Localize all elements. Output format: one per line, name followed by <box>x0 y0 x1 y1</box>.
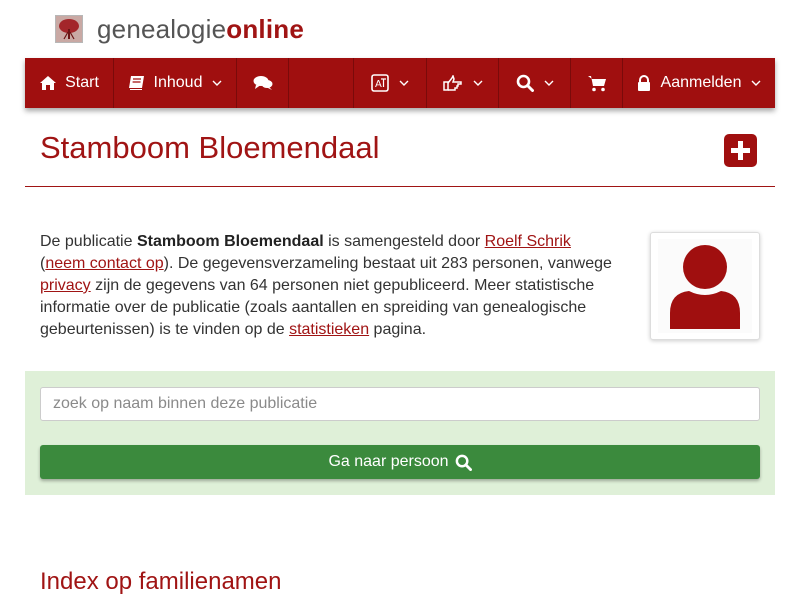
statistics-link[interactable]: statistieken <box>289 321 369 338</box>
contact-link[interactable]: neem contact op <box>45 255 163 272</box>
intro-text: pagina. <box>369 321 427 338</box>
surname-index-heading: Index op familienamen <box>40 568 282 595</box>
search-icon <box>516 74 534 92</box>
nav-aanmelden[interactable]: Aanmelden <box>622 58 775 108</box>
title-divider <box>25 186 775 187</box>
plus-square-icon[interactable] <box>724 134 757 167</box>
nav-start-label: Start <box>65 74 99 91</box>
nav-share[interactable] <box>427 58 499 108</box>
language-icon: A <box>371 74 389 92</box>
site-logo[interactable]: genealogieonline <box>55 14 304 44</box>
page-title: Stamboom Bloemendaal <box>40 130 380 165</box>
nav-aanmelden-label: Aanmelden <box>660 74 742 91</box>
nav-forum[interactable] <box>237 58 289 108</box>
chevron-down-icon <box>751 80 761 86</box>
brand-name: genealogieonline <box>97 14 304 45</box>
chevron-down-icon <box>399 80 409 86</box>
home-icon <box>40 76 57 90</box>
nav-inhoud-label: Inhoud <box>153 74 203 91</box>
person-search-panel: Ga naar persoon <box>25 371 775 495</box>
nav-start[interactable]: Start <box>25 58 114 108</box>
intro-text: De publicatie <box>40 233 137 250</box>
nav-inhoud[interactable]: Inhoud <box>114 58 237 108</box>
brand-part-2: online <box>226 13 304 44</box>
main-navbar: Start Inhoud A Aanmelden <box>25 58 775 108</box>
author-link[interactable]: Roelf Schrik <box>485 233 571 250</box>
intro-text: ). De gegevensverzameling bestaat uit 28… <box>163 255 612 272</box>
book-icon <box>128 76 144 90</box>
nav-search[interactable] <box>499 58 571 108</box>
publication-name: Stamboom Bloemendaal <box>136 233 324 250</box>
user-avatar-icon <box>658 239 752 333</box>
person-search-input[interactable] <box>40 387 760 421</box>
privacy-link[interactable]: privacy <box>40 277 91 294</box>
nav-language[interactable]: A <box>353 58 427 108</box>
intro-text: is samengesteld door <box>323 233 485 250</box>
hand-point-icon <box>442 75 462 91</box>
brand-part-1: genealogie <box>97 13 227 44</box>
publication-intro: De publicatie Stamboom Bloemendaal is sa… <box>40 231 620 341</box>
cart-icon <box>587 75 606 91</box>
comments-icon <box>253 76 272 90</box>
go-to-person-button[interactable]: Ga naar persoon <box>40 445 760 479</box>
tree-logo-icon <box>55 15 83 43</box>
go-to-person-label: Ga naar persoon <box>328 453 449 470</box>
lock-icon <box>637 74 650 91</box>
author-avatar[interactable] <box>650 232 760 340</box>
chevron-down-icon <box>473 80 482 86</box>
nav-shop[interactable] <box>571 58 623 108</box>
chevron-down-icon <box>544 80 553 86</box>
search-icon <box>455 454 472 471</box>
svg-text:A: A <box>375 79 382 90</box>
chevron-down-icon <box>212 80 222 86</box>
